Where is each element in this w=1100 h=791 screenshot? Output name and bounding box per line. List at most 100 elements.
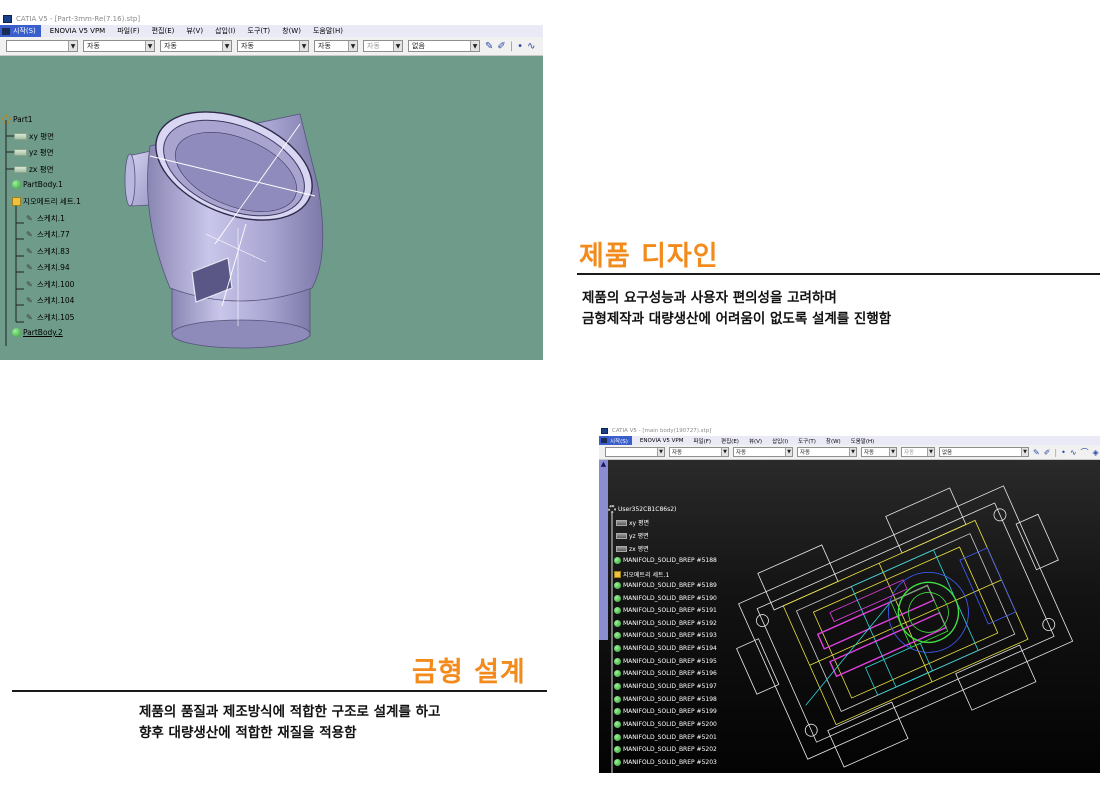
body-icon: [614, 658, 621, 665]
menu-insert[interactable]: 삽입(I): [772, 437, 788, 445]
desc-line: 제품의 요구성능과 사용자 편의성을 고려하며: [582, 290, 837, 306]
tree-node-zx-plane[interactable]: zx 평면: [616, 544, 649, 553]
tree-node-label: 스케치.100: [37, 280, 75, 289]
tree-node-zx-plane[interactable]: zx 평면: [14, 164, 54, 175]
section-title-product-design: 제품 디자인: [579, 241, 719, 272]
tree-node-label: User352CB1C86s2): [618, 505, 677, 513]
format-painter-icon[interactable]: ✐: [497, 41, 505, 52]
point-icon[interactable]: •: [517, 41, 523, 52]
tree-node-label: MANIFOLD_SOLID_BREP #5196: [623, 670, 717, 677]
menu-help[interactable]: 도움말(H): [313, 26, 343, 36]
tree-node-body[interactable]: MANIFOLD_SOLID_BREP #5199: [614, 708, 717, 715]
menu-window[interactable]: 창(W): [282, 26, 301, 36]
tree-node-body[interactable]: MANIFOLD_SOLID_BREP #5200: [614, 721, 717, 728]
tree-node-partbody-1[interactable]: PartBody.1: [12, 180, 63, 189]
chevron-down-icon: ▼: [145, 41, 154, 51]
menu-enovia[interactable]: ENOVIA V5 VPM: [640, 438, 684, 444]
tree-node-partbody-2[interactable]: PartBody.2: [12, 328, 63, 337]
tree-node-body[interactable]: MANIFOLD_SOLID_BREP #5202: [614, 746, 717, 753]
tree-node-label: 스케치.77: [37, 230, 70, 239]
tree-node-label: MANIFOLD_SOLID_BREP #5203: [623, 759, 717, 766]
line-weight-combo[interactable]: 자동 ▼: [237, 40, 309, 52]
tree-node-geometric-set[interactable]: 지오메트리 세트.1: [614, 570, 669, 579]
tree-node-sketch[interactable]: ✎ 스케치.100: [26, 279, 74, 290]
transparency-combo-value: 자동: [736, 450, 747, 456]
menu-help[interactable]: 도움말(H): [851, 437, 875, 445]
spline-icon[interactable]: ∿: [527, 41, 535, 52]
menu-window[interactable]: 창(W): [826, 437, 841, 445]
menu-bar: 시작(S) ENOVIA V5 VPM 파일(F) 편집(E) 뷰(V) 삽입(…: [599, 436, 1100, 445]
menu-file[interactable]: 파일(F): [117, 26, 139, 36]
tree-node-body[interactable]: MANIFOLD_SOLID_BREP #5203: [614, 759, 717, 766]
tree-node-body[interactable]: MANIFOLD_SOLID_BREP #5188: [614, 557, 717, 564]
line-weight-combo[interactable]: 자동 ▼: [797, 447, 857, 457]
tree-node-part[interactable]: Part1: [2, 115, 33, 124]
desc-line: 향후 대량생산에 적합한 재질을 적용함: [139, 725, 357, 741]
format-painter-icon[interactable]: ✐: [1044, 448, 1051, 457]
line-type-combo[interactable]: 자동 ▼: [314, 40, 358, 52]
tree-node-body[interactable]: MANIFOLD_SOLID_BREP #5193: [614, 632, 717, 639]
tree-node-label: MANIFOLD_SOLID_BREP #5194: [623, 645, 717, 652]
transparency-combo[interactable]: 자동 ▼: [733, 447, 793, 457]
tree-node-body[interactable]: MANIFOLD_SOLID_BREP #5195: [614, 658, 717, 665]
tree-node-body[interactable]: MANIFOLD_SOLID_BREP #5191: [614, 607, 717, 614]
style-combo[interactable]: ▼: [6, 40, 78, 52]
menu-enovia[interactable]: ENOVIA V5 VPM: [50, 27, 105, 35]
tree-node-geometric-set[interactable]: 지오메트리 세트.1: [12, 196, 81, 207]
surface-icon[interactable]: ◈: [1093, 448, 1099, 457]
line-type-combo[interactable]: 자동 ▼: [861, 447, 897, 457]
tree-node-body[interactable]: MANIFOLD_SOLID_BREP #5189: [614, 582, 717, 589]
layer-combo[interactable]: 없음 ▼: [939, 447, 1029, 457]
color-combo[interactable]: 자동 ▼: [83, 40, 155, 52]
section-title-mold-design: 금형 설계: [412, 657, 526, 688]
tree-node-sketch[interactable]: ✎ 스케치.1: [26, 213, 65, 224]
3d-viewport[interactable]: Part1 xy 평면 yz 평면 zx 평면 PartBody.1 지오메트리…: [0, 56, 543, 360]
menu-view[interactable]: 뷰(V): [186, 26, 203, 36]
tree-node-xy-plane[interactable]: xy 평면: [14, 131, 54, 142]
tree-node-sketch[interactable]: ✎ 스케치.104: [26, 295, 74, 306]
tree-node-body[interactable]: MANIFOLD_SOLID_BREP #5192: [614, 620, 717, 627]
menu-edit[interactable]: 편집(E): [721, 437, 739, 445]
menu-tools[interactable]: 도구(T): [798, 437, 816, 445]
catia-app-icon: [3, 14, 12, 23]
menu-view[interactable]: 뷰(V): [749, 437, 762, 445]
title-bar: CATIA V5 - [main body(190727).stp]: [599, 426, 1100, 436]
product-icon: [608, 505, 616, 513]
color-combo[interactable]: 자동 ▼: [669, 447, 729, 457]
chevron-down-icon: ▼: [721, 448, 728, 456]
paintbrush-icon[interactable]: ✎: [485, 41, 493, 52]
tree-node-body[interactable]: MANIFOLD_SOLID_BREP #5201: [614, 734, 717, 741]
menu-file[interactable]: 파일(F): [693, 437, 711, 445]
tree-node-body[interactable]: MANIFOLD_SOLID_BREP #5190: [614, 595, 717, 602]
tree-node-label: 스케치.1: [37, 214, 65, 223]
paintbrush-icon[interactable]: ✎: [1033, 448, 1040, 457]
layer-combo[interactable]: 없음 ▼: [408, 40, 480, 52]
style-combo[interactable]: ▼: [605, 447, 665, 457]
tree-node-sketch[interactable]: ✎ 스케치.77: [26, 229, 70, 240]
tree-node-xy-plane[interactable]: xy 평면: [616, 518, 649, 527]
tree-node-yz-plane[interactable]: yz 평면: [14, 147, 54, 158]
tree-node-yz-plane[interactable]: yz 평면: [616, 531, 649, 540]
tree-node-label: MANIFOLD_SOLID_BREP #5188: [623, 557, 717, 564]
transparency-combo[interactable]: 자동 ▼: [160, 40, 232, 52]
tree-node-body[interactable]: MANIFOLD_SOLID_BREP #5196: [614, 670, 717, 677]
menu-tools[interactable]: 도구(T): [248, 26, 271, 36]
point-icon[interactable]: •: [1061, 448, 1066, 457]
tree-node-root[interactable]: User352CB1C86s2): [608, 505, 676, 513]
spline-icon[interactable]: ∿: [1070, 448, 1077, 457]
body-icon: [614, 683, 621, 690]
tree-node-body[interactable]: MANIFOLD_SOLID_BREP #5197: [614, 683, 717, 690]
plane-icon: [616, 532, 627, 539]
3d-viewport[interactable]: ▲ User352CB1C86s2) xy 평면 yz 평면 zx 평면 MAN…: [599, 460, 1100, 773]
start-menu[interactable]: 시작(S): [0, 25, 41, 37]
tree-node-body[interactable]: MANIFOLD_SOLID_BREP #5198: [614, 696, 717, 703]
menu-insert[interactable]: 삽입(I): [215, 26, 235, 36]
menu-edit[interactable]: 편집(E): [152, 26, 175, 36]
tree-node-label: MANIFOLD_SOLID_BREP #5193: [623, 632, 717, 639]
tree-node-sketch[interactable]: ✎ 스케치.94: [26, 262, 70, 273]
curve-icon[interactable]: ⌒: [1081, 447, 1089, 458]
tree-node-sketch[interactable]: ✎ 스케치.105: [26, 312, 74, 323]
start-menu[interactable]: 시작(S): [599, 436, 632, 445]
tree-node-body[interactable]: MANIFOLD_SOLID_BREP #5194: [614, 645, 717, 652]
tree-node-sketch[interactable]: ✎ 스케치.83: [26, 246, 70, 257]
